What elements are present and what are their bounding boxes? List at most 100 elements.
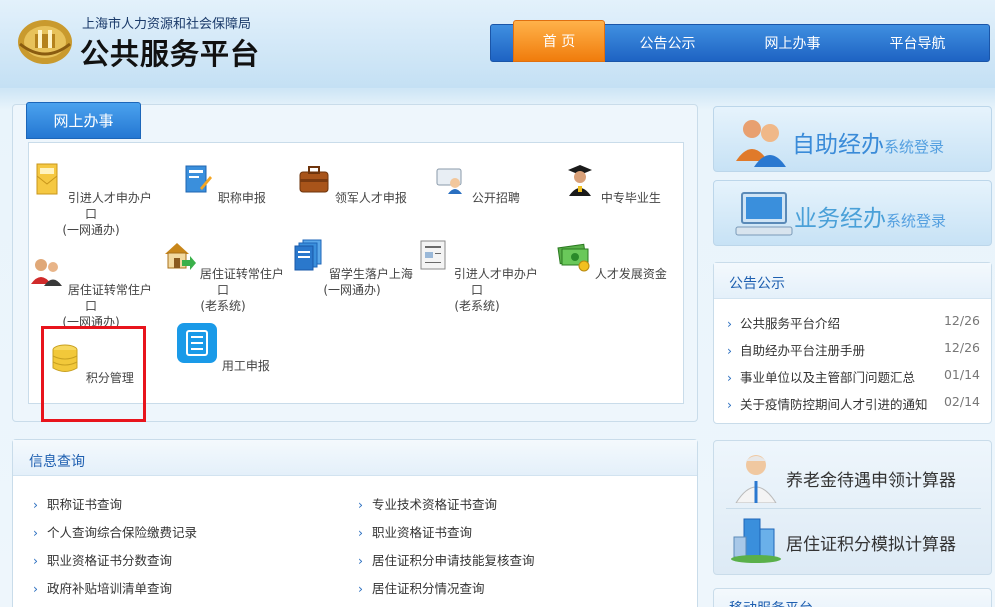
chevron-right-icon: › — [358, 581, 363, 596]
notice-text: 公共服务平台介绍 — [740, 316, 841, 331]
service-label: 居住证转常住户口 — [199, 267, 284, 297]
info-link-skill-review[interactable]: › 居住证积分申请技能复核查询 — [358, 550, 535, 569]
chevron-right-icon: › — [727, 343, 732, 358]
service-label: 引进人才申办户口 — [67, 191, 152, 221]
service-leading-talent[interactable]: 领军人才申报 — [290, 162, 414, 206]
site-title: 公共服务平台 — [80, 37, 261, 71]
nav-online-services[interactable]: 网上办事 — [730, 25, 855, 61]
chevron-right-icon: › — [358, 497, 363, 512]
briefcase-icon — [299, 166, 329, 193]
recruitment-card-icon — [436, 168, 463, 194]
info-link-vocational-cert[interactable]: › 职业资格证书查询 — [358, 522, 472, 541]
document-envelope-icon — [36, 163, 58, 195]
mobile-platform-panel: 移动服务平台 — [713, 588, 992, 607]
notice-item[interactable]: › 公共服务平台介绍 12/26 — [727, 313, 980, 332]
list-app-icon — [177, 323, 218, 363]
nav-platform-guide[interactable]: 平台导航 — [855, 25, 980, 61]
info-link-professional-cert[interactable]: › 专业技术资格证书查询 — [358, 494, 497, 513]
service-residence-to-hukou-oneweb[interactable]: 居住证转常住户口 (一网通办) — [29, 254, 153, 330]
notice-text: 自助经办平台注册手册 — [740, 343, 866, 358]
banner-subtitle: 系统登录 — [884, 138, 945, 156]
link-text: 专业技术资格证书查询 — [372, 497, 498, 512]
service-title-application[interactable]: 职称申报 — [161, 162, 285, 206]
notice-item[interactable]: › 自助经办平台注册手册 12/26 — [727, 340, 980, 359]
nav-notices[interactable]: 公告公示 — [605, 25, 730, 61]
link-text: 职称证书查询 — [47, 497, 123, 512]
link-text: 职业资格证书分数查询 — [47, 553, 173, 568]
service-label: 中专毕业生 — [600, 191, 661, 205]
service-label: 人才发展资金 — [594, 267, 667, 281]
link-text: 职业资格证书查询 — [372, 525, 473, 540]
documents-stack-icon — [294, 239, 322, 271]
chevron-right-icon: › — [727, 370, 732, 385]
points-calculator-label: 居住证积分模拟计算器 — [786, 535, 956, 555]
city-buildings-icon — [731, 518, 781, 563]
info-query-panel: 信息查询 › 职称证书查询 › 个人查询综合保险缴费记录 › 职业资格证书分数查询 ›… — [12, 439, 698, 607]
service-label: 职称申报 — [217, 191, 266, 205]
service-label: 用工申报 — [221, 359, 270, 373]
chevron-right-icon: › — [727, 397, 732, 412]
service-talent-hukou-oneweb[interactable]: 引进人才申办户口 (一网通办) — [29, 162, 153, 238]
points-calculator-link[interactable]: 居住证积分模拟计算器 — [726, 511, 981, 569]
pension-calculator-label: 养老金待遇申领计算器 — [786, 471, 956, 491]
notice-item[interactable]: › 事业单位以及主管部门问题汇总 01/14 — [727, 367, 980, 386]
service-label: 留学生落户上海 — [328, 267, 413, 281]
tab-online-services[interactable]: 网上办事 — [26, 102, 141, 139]
banner-title: 业务经办 — [794, 206, 886, 232]
computer-icon — [735, 192, 793, 236]
mobile-platform-title: 移动服务平台 — [729, 598, 813, 607]
banner-subtitle: 系统登录 — [886, 212, 947, 230]
info-link-points-status[interactable]: › 居住证积分情况查询 — [358, 578, 485, 597]
notice-date: 12/26 — [943, 340, 980, 355]
service-sublabel: (老系统) — [454, 299, 500, 313]
chevron-right-icon: › — [33, 497, 38, 512]
elder-doctor-icon — [735, 455, 777, 503]
notice-text: 事业单位以及主管部门问题汇总 — [740, 370, 916, 385]
graduate-icon — [568, 165, 593, 196]
users-icon — [736, 120, 786, 167]
notice-text: 关于疫情防控期间人才引进的通知 — [740, 397, 928, 412]
service-overseas-student-settle[interactable]: 留学生落户上海 (一网通办) — [290, 238, 414, 298]
info-link-title-cert[interactable]: › 职称证书查询 — [33, 494, 122, 513]
pension-calculator-link[interactable]: 养老金待遇申领计算器 — [726, 447, 981, 505]
notice-item[interactable]: › 关于疫情防控期间人才引进的通知 02/14 — [727, 394, 980, 413]
chevron-right-icon: › — [727, 316, 732, 331]
business-title: 业务经办系统登录 — [794, 199, 946, 233]
service-sublabel: (老系统) — [200, 299, 246, 313]
service-employment-report[interactable]: 用工申报 — [161, 322, 285, 374]
house-arrow-icon — [165, 243, 197, 270]
chevron-right-icon: › — [358, 553, 363, 568]
notice-panel: 公告公示 › 公共服务平台介绍 12/26 › 自助经办平台注册手册 12/26 › 事业… — [713, 262, 992, 424]
business-login-banner[interactable]: 业务经办系统登录 — [713, 180, 992, 246]
info-link-subsidy-training[interactable]: › 政府补贴培训清单查询 — [33, 578, 172, 597]
service-label: 引进人才申办户口 — [453, 267, 538, 297]
info-link-cert-score[interactable]: › 职业资格证书分数查询 — [33, 550, 172, 569]
chevron-right-icon: › — [33, 553, 38, 568]
chevron-right-icon: › — [33, 581, 38, 596]
notice-date: 02/14 — [943, 394, 980, 409]
service-vocational-graduate[interactable]: 中专毕业生 — [550, 162, 674, 206]
info-link-insurance-record[interactable]: › 个人查询综合保险缴费记录 — [33, 522, 197, 541]
logo-emblem-icon — [18, 20, 72, 64]
service-label: 居住证转常住户口 — [67, 283, 152, 313]
highlight-box — [41, 326, 146, 422]
link-text: 个人查询综合保险缴费记录 — [47, 525, 198, 540]
notice-date: 01/14 — [943, 367, 980, 382]
service-talent-hukou-old[interactable]: 引进人才申办户口 (老系统) — [415, 238, 539, 314]
site-subtitle: 上海市人力资源和社会保障局 — [82, 17, 252, 32]
service-residence-to-hukou-old[interactable]: 居住证转常住户口 (老系统) — [161, 238, 285, 314]
self-service-login-banner[interactable]: 自助经办系统登录 — [713, 106, 992, 172]
money-icon — [557, 243, 590, 272]
notice-title: 公告公示 — [714, 263, 991, 299]
main-nav: 首 页 公告公示 网上办事 平台导航 — [490, 20, 990, 62]
service-sublabel: (一网通办) — [62, 223, 120, 237]
self-service-title: 自助经办系统登录 — [792, 125, 944, 159]
link-text: 政府补贴培训清单查询 — [47, 581, 173, 596]
notice-date: 12/26 — [943, 313, 980, 328]
service-public-recruitment[interactable]: 公开招聘 — [415, 162, 539, 206]
certificate-edit-icon — [185, 165, 213, 193]
service-talent-fund[interactable]: 人才发展资金 — [550, 238, 674, 282]
service-sublabel: (一网通办) — [323, 283, 381, 297]
nav-home[interactable]: 首 页 — [513, 20, 605, 62]
link-text: 居住证积分情况查询 — [372, 581, 485, 596]
